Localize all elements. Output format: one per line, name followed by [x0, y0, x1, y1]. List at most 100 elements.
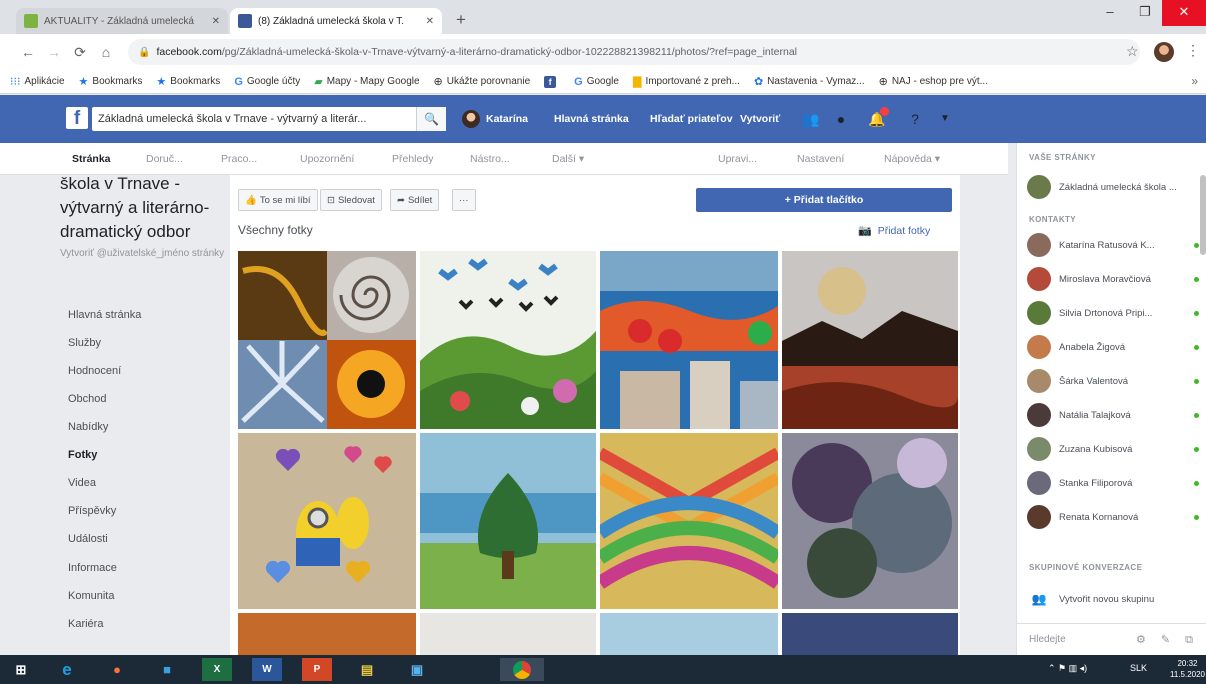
- sidebar-item-photos[interactable]: Fotky: [68, 449, 97, 461]
- new-tab-button[interactable]: +: [450, 10, 472, 32]
- sidebar-item-services[interactable]: Služby: [68, 337, 101, 349]
- bookmark-item[interactable]: ✿ Nastavenia - Vymaz...: [754, 75, 865, 88]
- tab-tools[interactable]: Nástro...: [470, 153, 510, 165]
- bookmark-item[interactable]: G Google: [574, 76, 619, 88]
- photo-thumbnail[interactable]: [420, 251, 596, 429]
- tab-help[interactable]: Nápověda ▾: [884, 153, 940, 165]
- home-button[interactable]: ⌂: [96, 42, 116, 62]
- photo-thumbnail[interactable]: [782, 613, 958, 655]
- window-minimize-button[interactable]: –: [1092, 0, 1128, 26]
- photo-thumbnail[interactable]: [238, 613, 416, 655]
- tab-page[interactable]: Stránka: [72, 153, 111, 165]
- photo-thumbnail[interactable]: [238, 251, 416, 429]
- chat-search[interactable]: Hledejte ⚙ ✎ ⧉: [1017, 623, 1206, 655]
- bookmark-item[interactable]: ⊕ NAJ - eshop pre výt...: [879, 75, 988, 88]
- contact-item[interactable]: Katarína Ratusová K...: [1027, 231, 1199, 259]
- tray-icons[interactable]: ⌃ ⚑ ▥ ◂): [1048, 663, 1087, 674]
- photo-thumbnail[interactable]: [600, 251, 778, 429]
- excel-icon[interactable]: X: [202, 658, 232, 681]
- search-icon[interactable]: 🔍: [416, 107, 446, 131]
- windows-start-icon[interactable]: ⊞: [6, 658, 36, 681]
- friends-icon[interactable]: 👥: [800, 108, 822, 130]
- create-group-button[interactable]: 👥 Vytvořit novou skupinu: [1027, 585, 1199, 613]
- bookmarks-overflow-button[interactable]: »: [1191, 74, 1198, 88]
- firefox-icon[interactable]: ●: [102, 658, 132, 681]
- forward-button[interactable]: →: [44, 42, 64, 62]
- photo-thumbnail[interactable]: [600, 613, 778, 655]
- page-scrollbar[interactable]: [1200, 175, 1206, 255]
- browser-tab-facebook[interactable]: (8) Základná umelecká škola v T. ✕: [230, 8, 442, 34]
- sidebar-item-home[interactable]: Hlavná stránka: [68, 309, 141, 321]
- create-username-link[interactable]: Vytvoriť @uživatelské_jméno stránky: [60, 248, 230, 259]
- follow-button[interactable]: ⊡ Sledovat: [320, 189, 382, 211]
- internet-explorer-icon[interactable]: e: [52, 658, 82, 681]
- like-button[interactable]: 👍 To se mi líbí: [238, 189, 318, 211]
- close-tab-icon[interactable]: ✕: [426, 16, 434, 27]
- more-actions-button[interactable]: ···: [452, 189, 476, 211]
- contact-item[interactable]: Anabela Žigová: [1027, 333, 1199, 361]
- facebook-logo-icon[interactable]: f: [66, 107, 88, 129]
- taskbar-clock[interactable]: 20:32 11.5.2020: [1170, 658, 1205, 680]
- word-icon[interactable]: W: [252, 658, 282, 681]
- facebook-search-input[interactable]: [92, 107, 444, 131]
- add-button-cta[interactable]: + Přidat tlačítko: [696, 188, 952, 212]
- window-close-button[interactable]: ✕: [1162, 0, 1206, 26]
- contact-item[interactable]: Zuzana Kubisová: [1027, 435, 1199, 463]
- tab-more[interactable]: Další ▾: [552, 153, 584, 165]
- tab-notifications[interactable]: Upozornění: [300, 153, 354, 165]
- powerpoint-icon[interactable]: P: [302, 658, 332, 681]
- bookmark-apps[interactable]: ⁝⁝⁝ Aplikácie: [10, 75, 65, 88]
- bookmark-item[interactable]: ⊕ Ukážte porovnanie: [434, 75, 531, 88]
- your-page-item[interactable]: Základná umelecká škola ...: [1027, 173, 1199, 201]
- photo-thumbnail[interactable]: [420, 433, 596, 609]
- contact-item[interactable]: Renata Kornanová: [1027, 503, 1199, 531]
- photo-thumbnail[interactable]: [420, 613, 596, 655]
- sidebar-item-community[interactable]: Komunita: [68, 590, 114, 602]
- file-explorer-icon[interactable]: ■: [152, 658, 182, 681]
- tab-jobs[interactable]: Praco...: [221, 153, 257, 165]
- browser-menu-icon[interactable]: ⋮: [1186, 42, 1200, 59]
- chrome-icon[interactable]: [500, 658, 544, 681]
- share-button[interactable]: ➦ Sdílet: [390, 189, 440, 211]
- bookmark-item[interactable]: ★ Bookmarks: [79, 75, 143, 88]
- chat-options-icon[interactable]: ⚙ ✎ ⧉: [1136, 633, 1199, 647]
- bookmark-item[interactable]: ★ Bookmarks: [156, 75, 220, 88]
- add-photos-link[interactable]: 📷 Přidat fotky: [858, 224, 930, 238]
- photo-thumbnail[interactable]: [600, 433, 778, 609]
- nav-find-friends-link[interactable]: Hľadať priateľov: [650, 113, 733, 125]
- sidebar-item-reviews[interactable]: Hodnocení: [68, 365, 121, 377]
- dropdown-icon[interactable]: ▼: [934, 108, 956, 130]
- contact-item[interactable]: Natália Talajková: [1027, 401, 1199, 429]
- sidebar-item-events[interactable]: Události: [68, 533, 108, 545]
- photo-viewer-icon[interactable]: ▤: [352, 658, 382, 681]
- close-tab-icon[interactable]: ✕: [212, 16, 220, 27]
- photo-thumbnail[interactable]: [782, 433, 958, 609]
- sidebar-item-about[interactable]: Informace: [68, 562, 117, 574]
- sidebar-item-offers[interactable]: Nabídky: [68, 421, 108, 433]
- window-maximize-button[interactable]: ❐: [1128, 0, 1162, 26]
- photo-thumbnail[interactable]: [782, 251, 958, 429]
- input-language[interactable]: SLK: [1130, 663, 1147, 673]
- bookmark-item[interactable]: f: [544, 75, 560, 88]
- nav-home-link[interactable]: Hlavná stránka: [554, 113, 629, 125]
- nav-create-link[interactable]: Vytvoriť: [740, 113, 780, 125]
- sidebar-item-posts[interactable]: Příspěvky: [68, 505, 116, 517]
- profile-avatar[interactable]: [1154, 42, 1174, 62]
- tab-settings[interactable]: Nastavení: [797, 153, 844, 165]
- photo-thumbnail[interactable]: [238, 433, 416, 609]
- browser-tab-aktuality[interactable]: AKTUALITY - Základná umelecká ✕: [16, 8, 228, 34]
- bookmark-item[interactable]: ▇ Importované z preh...: [633, 75, 740, 88]
- bookmark-item[interactable]: ▰ Mapy - Mapy Google: [314, 75, 419, 88]
- sidebar-item-shop[interactable]: Obchod: [68, 393, 107, 405]
- help-icon[interactable]: ?: [904, 108, 926, 130]
- sidebar-item-videos[interactable]: Videa: [68, 477, 96, 489]
- contact-item[interactable]: Stanka Filiporová: [1027, 469, 1199, 497]
- tab-edit[interactable]: Upravi...: [718, 153, 757, 165]
- back-button[interactable]: ←: [18, 42, 38, 62]
- contact-item[interactable]: Silvia Drtonová Pripi...: [1027, 299, 1199, 327]
- contact-item[interactable]: Šárka Valentová: [1027, 367, 1199, 395]
- messenger-icon[interactable]: ●: [830, 108, 852, 130]
- bookmark-item[interactable]: G Google účty: [234, 76, 300, 88]
- contact-item[interactable]: Miroslava Moravčiová: [1027, 265, 1199, 293]
- address-input[interactable]: 🔒 facebook.com/pg/Základná-umelecká-škol…: [128, 39, 1140, 65]
